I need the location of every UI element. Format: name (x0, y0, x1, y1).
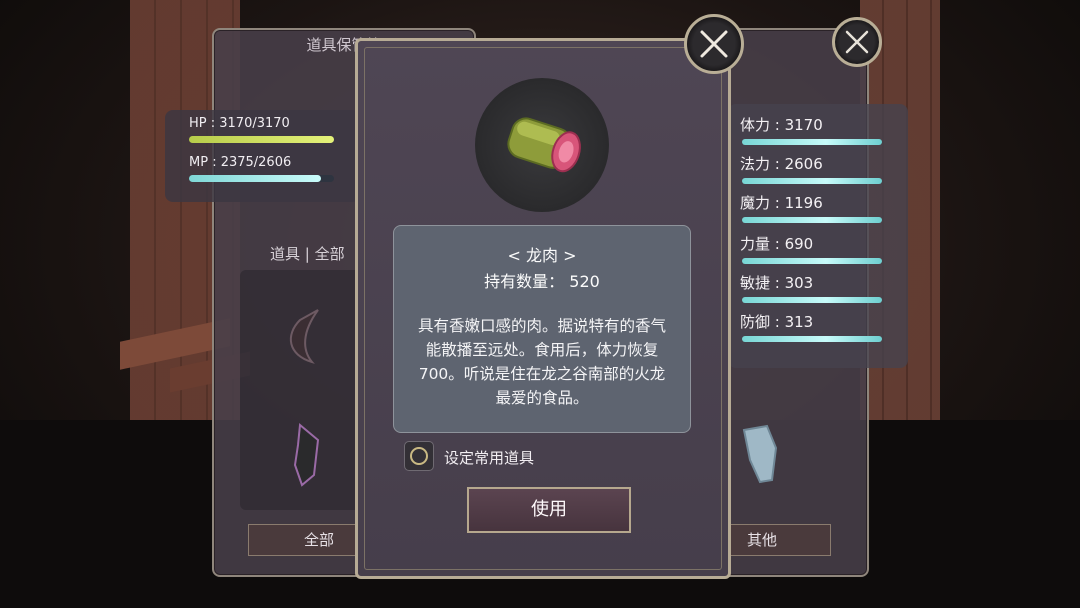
inventory-grid (240, 270, 362, 510)
item-description: 具有香嫩口感的肉。据说特有的香气能散播至远处。食用后，体力恢复700。听说是住在… (417, 317, 666, 407)
mp-bar-fill (189, 175, 321, 182)
stat-agility-bar (742, 297, 882, 303)
hp-label: HP : 3170/3170 (189, 116, 290, 131)
meat-icon (507, 117, 581, 173)
stat-stamina: 体力 : 3170 (740, 116, 823, 134)
character-stats-box: 体力 : 3170 法力 : 2606 魔力 : 1196 力量 : 690 敏… (728, 104, 908, 368)
hp-bar (189, 136, 334, 143)
dark-crystal-item-icon[interactable] (293, 423, 320, 487)
ice-crystal-item-icon[interactable] (732, 420, 792, 490)
use-button[interactable]: 使用 (467, 487, 631, 533)
stat-magic: 魔力 : 1196 (740, 194, 823, 212)
inventory-item-icons (289, 309, 320, 487)
item-info-box: < 龙肉 > 持有数量： 520 具有香嫩口感的肉。据说特有的香气能散播至远处。… (393, 225, 691, 433)
item-name: < 龙肉 > (507, 246, 577, 265)
stat-defense-bar (742, 336, 882, 342)
stat-mana-bar (742, 178, 882, 184)
close-icon[interactable] (832, 17, 882, 67)
item-icon-frame (475, 78, 609, 212)
claw-item-icon[interactable] (289, 309, 319, 364)
favorite-checkbox[interactable] (404, 441, 434, 471)
favorite-checkbox-label[interactable]: 设定常用道具 (444, 447, 534, 468)
stat-defense: 防御 : 313 (740, 313, 814, 331)
stat-stamina-bar (742, 139, 882, 145)
item-count: 持有数量： 520 (484, 272, 600, 291)
close-icon[interactable] (684, 14, 744, 74)
mp-bar-track (189, 175, 334, 182)
stat-strength-bar (742, 258, 882, 264)
stat-agility: 敏捷 : 303 (740, 274, 814, 292)
hp-mp-box: HP : 3170/3170 MP : 2375/2606 (165, 110, 360, 202)
stat-strength: 力量 : 690 (740, 235, 814, 253)
stat-magic-bar (742, 217, 882, 223)
stat-mana: 法力 : 2606 (740, 155, 823, 173)
mp-label: MP : 2375/2606 (189, 155, 292, 170)
